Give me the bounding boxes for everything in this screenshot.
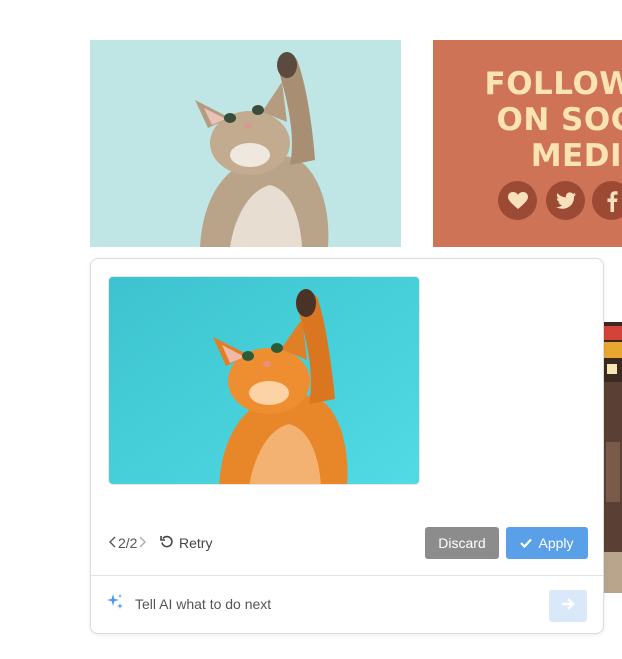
canvas-follow-card[interactable]: FOLLOW ON SOC MEDI [433, 40, 622, 247]
follow-line-1: FOLLOW [484, 66, 622, 102]
apply-label: Apply [538, 535, 574, 551]
canvas-right-strip[interactable] [604, 322, 622, 593]
ai-result-panel: 2/2 Retry Discard Apply [90, 258, 604, 634]
retry-label: Retry [179, 535, 213, 551]
twitter-icon [546, 181, 585, 220]
facebook-icon [592, 181, 622, 220]
pager-count: 2/2 [118, 535, 138, 551]
cat-photo-illustration [90, 40, 401, 247]
check-icon [520, 535, 533, 551]
follow-card-heading: FOLLOW ON SOC MEDI [485, 66, 622, 174]
ai-result-controls: 2/2 Retry Discard Apply [108, 527, 588, 559]
heart-icon [498, 181, 537, 220]
result-pager: 2/2 [108, 535, 147, 551]
ai-cat-illustration [109, 277, 419, 484]
chevron-left-icon[interactable] [108, 536, 117, 551]
ai-prompt-input[interactable] [135, 592, 535, 616]
follow-line-2: ON SOC [496, 102, 622, 138]
right-strip-graphic [604, 322, 622, 593]
retry-icon [160, 535, 174, 552]
ai-result-image [108, 276, 420, 485]
chevron-right-icon[interactable] [138, 536, 147, 551]
send-button[interactable] [549, 590, 587, 622]
sparkle-icon [106, 593, 124, 611]
ai-prompt-row [91, 576, 603, 633]
follow-line-3: MEDI [530, 138, 622, 174]
retry-button[interactable]: Retry [160, 532, 212, 554]
arrow-right-icon [561, 597, 575, 616]
apply-button[interactable]: Apply [506, 527, 588, 559]
discard-button[interactable]: Discard [425, 527, 499, 559]
canvas-cat-photo[interactable] [90, 40, 401, 247]
